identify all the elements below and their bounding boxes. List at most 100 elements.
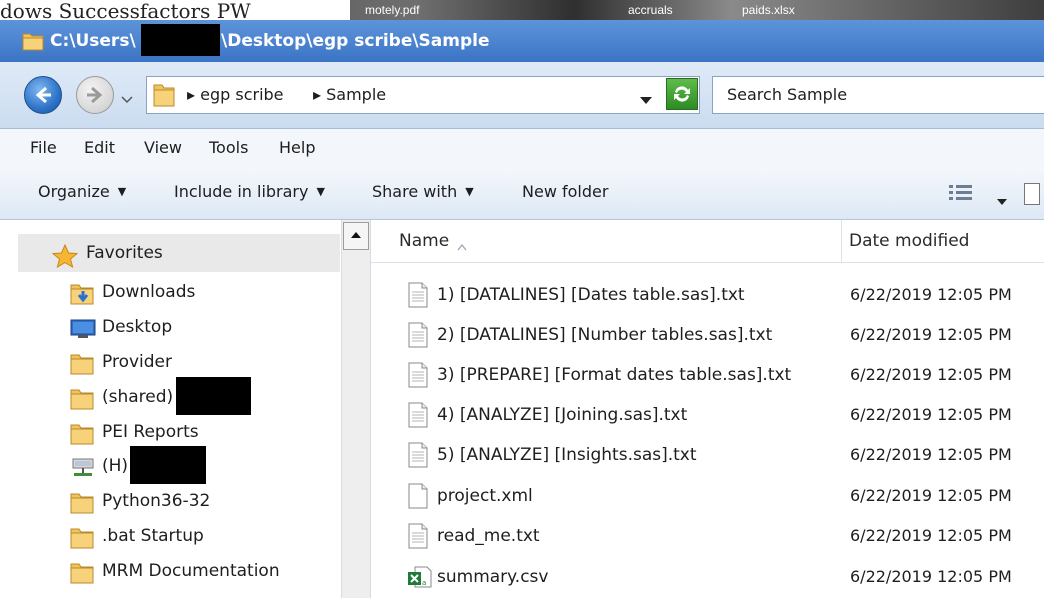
address-bar[interactable]: ▸ egp scribe ▸ Sample xyxy=(146,76,700,114)
refresh-button[interactable] xyxy=(666,78,698,110)
folder-icon xyxy=(70,562,96,588)
file-row[interactable]: 2) [DATALINES] [Number tables.sas].txt 6… xyxy=(371,316,1044,354)
nav-item-provider[interactable]: Provider xyxy=(0,345,340,379)
menu-file[interactable]: File xyxy=(30,129,57,167)
excel-csv-icon: a xyxy=(407,564,433,594)
preview-pane-icon[interactable] xyxy=(1024,183,1040,205)
folder-icon xyxy=(70,423,96,449)
menu-help[interactable]: Help xyxy=(279,129,315,167)
file-name: 3) [PREPARE] [Format dates table.sas].tx… xyxy=(437,365,792,385)
address-toolbar: ▸ egp scribe ▸ Sample Search Sample xyxy=(0,62,1044,129)
column-header-date-modified[interactable]: Date modified xyxy=(849,220,969,262)
include-in-library-button[interactable]: Include in library ▼ xyxy=(174,167,325,219)
column-header-row: Name Date modified xyxy=(371,220,1044,263)
organize-label: Organize xyxy=(38,182,110,201)
nav-label: MRM Documentation xyxy=(102,561,280,581)
file-name: 1) [DATALINES] [Dates table.sas].txt xyxy=(437,285,745,305)
file-date-modified: 6/22/2019 12:05 PM xyxy=(850,486,1012,505)
nav-label: Downloads xyxy=(102,282,196,302)
column-header-name[interactable]: Name xyxy=(399,220,449,262)
column-divider[interactable] xyxy=(841,220,842,262)
file-row[interactable]: 5) [ANALYZE] [Insights.sas].txt 6/22/201… xyxy=(371,436,1044,474)
search-placeholder: Search Sample xyxy=(727,85,848,104)
text-file-icon xyxy=(407,322,429,352)
menu-tools[interactable]: Tools xyxy=(209,129,248,167)
forward-arrow-icon xyxy=(87,86,103,104)
file-date-modified: 6/22/2019 12:05 PM xyxy=(850,526,1012,545)
recent-pages-dropdown[interactable] xyxy=(120,90,134,109)
text-file-icon xyxy=(407,282,429,312)
view-options-icon[interactable] xyxy=(948,183,974,207)
text-file-icon xyxy=(407,402,429,432)
file-date-modified: 6/22/2019 12:05 PM xyxy=(850,365,1012,384)
menu-edit[interactable]: Edit xyxy=(84,129,115,167)
address-dropdown[interactable] xyxy=(639,91,653,110)
xml-file-icon xyxy=(407,483,429,513)
organize-button[interactable]: Organize ▼ xyxy=(38,167,126,219)
redacted-username xyxy=(141,24,220,56)
back-button[interactable] xyxy=(24,76,62,114)
menu-bar: File Edit View Tools Help xyxy=(0,129,1044,167)
file-name: read_me.txt xyxy=(437,526,540,546)
background-text: accruals xyxy=(628,3,673,17)
folder-icon xyxy=(70,492,96,518)
file-row[interactable]: read_me.txt 6/22/2019 12:05 PM xyxy=(371,517,1044,555)
nav-item-python36-32[interactable]: Python36-32 xyxy=(0,484,340,518)
scroll-up-button[interactable] xyxy=(343,222,369,250)
nav-favorites[interactable]: Favorites xyxy=(0,236,340,270)
nav-item-bat-startup[interactable]: .bat Startup xyxy=(0,519,340,553)
breadcrumb-egp-scribe[interactable]: ▸ egp scribe xyxy=(187,77,284,113)
search-input[interactable]: Search Sample xyxy=(712,76,1044,114)
file-row[interactable]: a summary.csv 6/22/2019 12:05 PM xyxy=(371,558,1044,596)
file-date-modified: 6/22/2019 12:05 PM xyxy=(850,285,1012,304)
share-with-label: Share with xyxy=(372,182,458,201)
text-file-icon xyxy=(407,362,429,392)
nav-label: Provider xyxy=(102,352,172,372)
nav-item-pei-reports[interactable]: PEI Reports xyxy=(0,415,340,449)
nav-item-downloads[interactable]: Downloads xyxy=(0,275,340,309)
nav-item-shared[interactable]: (shared) xyxy=(0,380,340,414)
nav-label: (shared) xyxy=(102,387,174,407)
chevron-down-icon: ▼ xyxy=(117,185,127,198)
folder-icon xyxy=(22,31,44,55)
folder-icon xyxy=(70,353,96,379)
file-date-modified: 6/22/2019 12:05 PM xyxy=(850,325,1012,344)
background-window-strip: dows Successfactors PW motely.pdf accrua… xyxy=(0,0,1044,20)
navigation-pane: Favorites Downloads Desktop Provider (sh… xyxy=(0,220,371,598)
file-name: project.xml xyxy=(437,486,533,506)
forward-button[interactable] xyxy=(76,76,114,114)
file-date-modified: 6/22/2019 12:05 PM xyxy=(850,445,1012,464)
file-name: summary.csv xyxy=(437,567,549,587)
sort-ascending-icon xyxy=(457,236,467,255)
background-text: dows Successfactors PW xyxy=(0,0,350,20)
file-list: Name Date modified 1) [DATALINES] [Dates… xyxy=(371,220,1044,598)
window-title-bar[interactable]: C:\Users\ \Desktop\egp scribe\Sample xyxy=(0,20,1044,62)
file-row[interactable]: project.xml 6/22/2019 12:05 PM xyxy=(371,477,1044,515)
share-with-button[interactable]: Share with ▼ xyxy=(372,167,474,219)
nav-item-desktop[interactable]: Desktop xyxy=(0,310,340,344)
nav-item-mrm-documentation[interactable]: MRM Documentation xyxy=(0,554,340,588)
file-row[interactable]: 1) [DATALINES] [Dates table.sas].txt 6/2… xyxy=(371,276,1044,314)
desktop-icon xyxy=(70,318,96,344)
menu-view[interactable]: View xyxy=(144,129,182,167)
text-file-icon xyxy=(407,523,429,553)
file-name: 5) [ANALYZE] [Insights.sas].txt xyxy=(437,445,697,465)
breadcrumb-label: egp scribe xyxy=(200,85,284,104)
redacted-label xyxy=(176,377,251,415)
downloads-folder-icon xyxy=(70,283,96,309)
view-dropdown-icon[interactable] xyxy=(996,191,1008,210)
chevron-down-icon: ▼ xyxy=(465,185,474,198)
file-date-modified: 6/22/2019 12:05 PM xyxy=(850,567,1012,586)
file-date-modified: 6/22/2019 12:05 PM xyxy=(850,405,1012,424)
star-icon xyxy=(51,243,79,272)
chevron-down-icon: ▼ xyxy=(316,185,325,198)
file-row[interactable]: 3) [PREPARE] [Format dates table.sas].tx… xyxy=(371,356,1044,394)
chevron-down-icon xyxy=(121,96,133,104)
nav-pane-scrollbar[interactable] xyxy=(341,220,370,598)
window-title: C:\Users\ xyxy=(50,31,136,51)
folder-icon xyxy=(153,83,175,111)
nav-label: (H) xyxy=(102,456,129,476)
new-folder-button[interactable]: New folder xyxy=(522,167,608,219)
breadcrumb-sample[interactable]: ▸ Sample xyxy=(313,77,386,113)
file-row[interactable]: 4) [ANALYZE] [Joining.sas].txt 6/22/2019… xyxy=(371,396,1044,434)
